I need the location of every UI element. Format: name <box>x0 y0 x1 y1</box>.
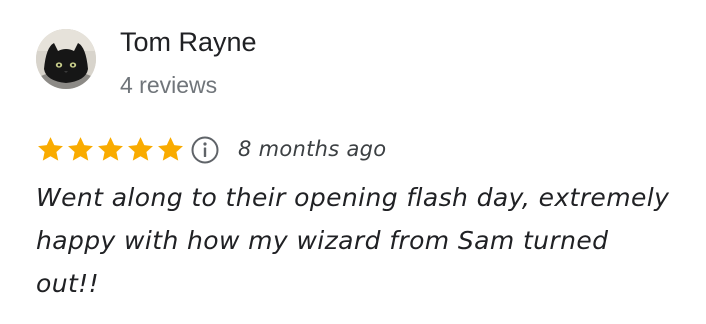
star-icon <box>128 137 153 161</box>
review-text: Went along to their opening flash day, e… <box>36 183 670 298</box>
star-rating <box>36 135 185 165</box>
star-icon <box>38 137 63 161</box>
star-icon <box>158 137 183 161</box>
info-icon[interactable] <box>190 135 220 165</box>
author-name[interactable]: Tom Rayne <box>120 25 257 59</box>
star-icon <box>98 137 123 161</box>
review-count: 4 reviews <box>120 72 218 98</box>
avatar[interactable] <box>36 29 96 89</box>
review-date: 8 months ago <box>238 137 387 161</box>
star-icon <box>68 137 93 161</box>
cat-photo-avatar-image <box>36 29 96 89</box>
review-card: Tom Rayne 4 reviews 8 months ago Went al… <box>0 0 706 324</box>
